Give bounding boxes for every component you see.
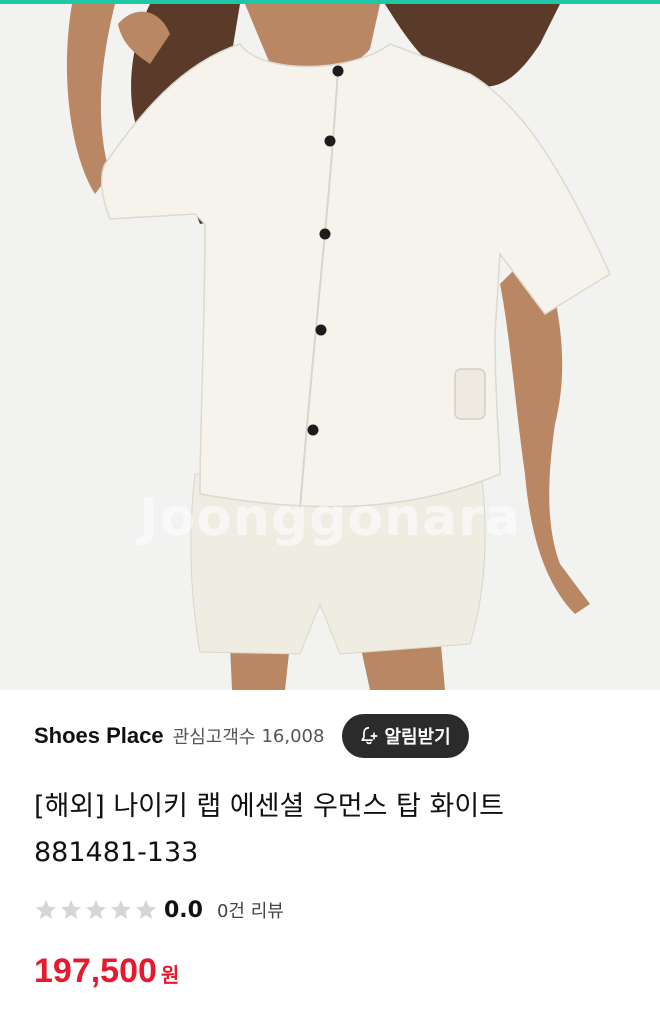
product-title-line1: [해외] 나이키 랩 에센셜 우먼스 탑 화이트 <box>34 791 505 822</box>
product-photo <box>0 4 660 690</box>
star-icon <box>36 900 56 919</box>
star-rating <box>34 898 158 922</box>
price-row: 197,500 원 <box>34 952 179 991</box>
product-title: [해외] 나이키 랩 에센셜 우먼스 탑 화이트 881481-133 <box>34 784 634 876</box>
seller-name[interactable]: Shoes Place <box>34 723 164 749</box>
star-icon <box>136 900 156 919</box>
price-amount: 197,500 <box>34 952 157 990</box>
follower-label: 관심고객수 <box>172 727 256 748</box>
follower-count: 16,008 <box>261 725 325 747</box>
rating-score: 0.0 <box>164 897 203 923</box>
price-unit: 원 <box>160 963 180 987</box>
bell-plus-icon <box>361 726 379 745</box>
product-image[interactable]: Joonggonara <box>0 4 660 690</box>
product-model-code: 881481-133 <box>34 837 199 868</box>
alarm-subscribe-button[interactable]: 알림받기 <box>342 714 469 758</box>
star-icon <box>111 900 131 919</box>
review-count[interactable]: 0건 리뷰 <box>217 897 284 923</box>
seller-row: Shoes Place 관심고객수 16,008 알림받기 <box>34 712 634 760</box>
star-icon <box>86 900 106 919</box>
star-icon <box>61 900 81 919</box>
alarm-button-label: 알림받기 <box>384 727 451 748</box>
rating-row[interactable]: 0.0 0건 리뷰 <box>34 894 284 926</box>
